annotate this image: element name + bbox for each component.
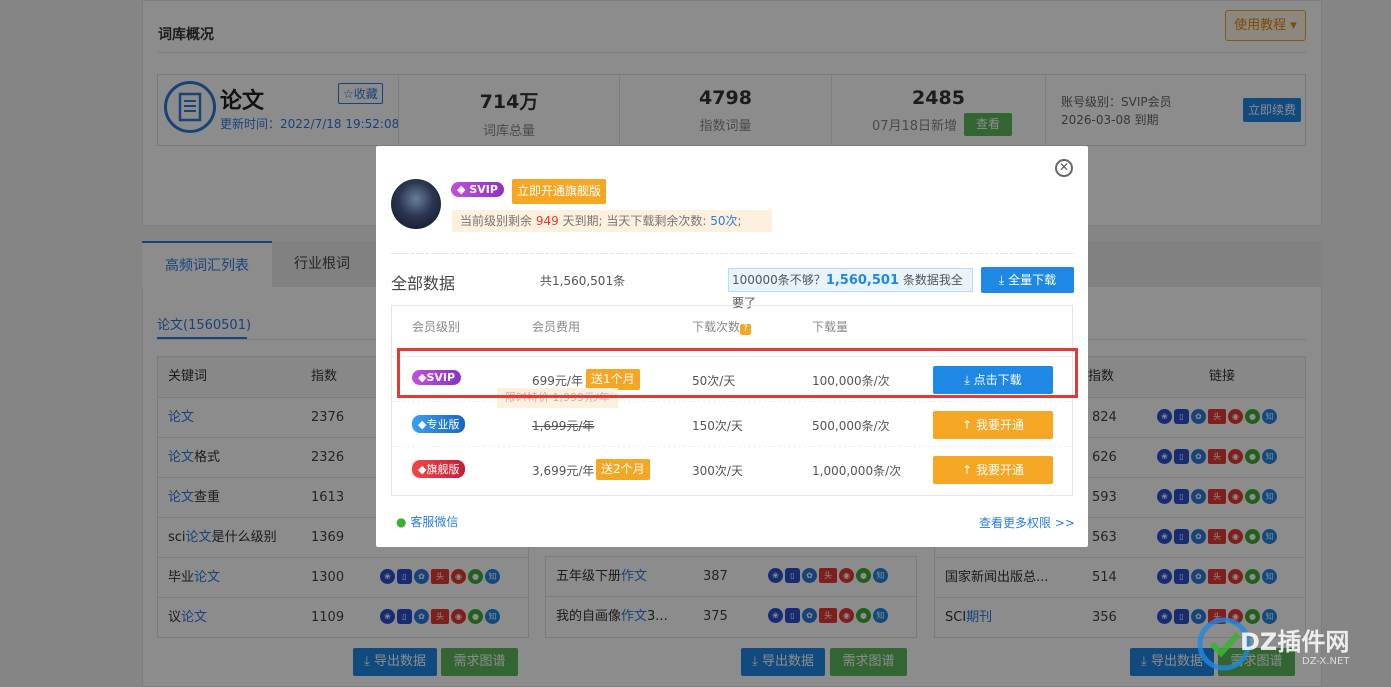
svip-tag: ◆ SVIP	[451, 182, 504, 197]
pro-tag: ◆专业版	[412, 415, 466, 433]
service-wechat-link[interactable]: ● 客服微信	[396, 513, 458, 530]
more-rights-link[interactable]: 查看更多权限 >>	[979, 514, 1075, 531]
download-modal: ✕ ◆ SVIP 立即开通旗舰版 当前级别剩余 949 天到期; 当天下载剩余次…	[376, 146, 1088, 547]
plan-row-pro: ◆专业版 1,699元/年 150次/天 500,000条/次 ↑ 我要开通	[392, 401, 1072, 446]
remaining-times: 50次	[710, 214, 738, 228]
open-pro-button[interactable]: ↑ 我要开通	[933, 411, 1053, 439]
watermark: DZ插件网 DZ-X.NET	[1182, 602, 1391, 687]
flagship-tag: ◆旗舰版	[412, 460, 466, 478]
all-data-title: 全部数据	[391, 274, 456, 293]
highlight-frame	[397, 348, 1078, 398]
full-count: 1,560,501	[825, 273, 900, 288]
col-fee: 会员费用	[532, 320, 581, 334]
full-download-button[interactable]: ⤓ 全量下载	[981, 267, 1074, 293]
plan-amount: 500,000条/次	[812, 419, 890, 433]
remaining-days: 949	[535, 214, 559, 228]
col-times: 下载次数?	[692, 318, 752, 335]
avatar	[391, 179, 441, 229]
plan-price: 1,699元/年	[532, 419, 595, 433]
download-icon: ⤓	[998, 273, 1005, 287]
col-amount: 下载量	[812, 320, 849, 334]
not-enough-box: 100000条不够？1,560,501 条数据我全要了	[728, 268, 973, 310]
plan-row-flagship: ◆旗舰版 3,699元/年 送2个月 300次/天 1,000,000条/次 ↑…	[392, 446, 1072, 491]
arrow-up-icon: ↑	[962, 418, 973, 432]
remaining-info: 当前级别剩余 949 天到期; 当天下载剩余次数: 50次;	[452, 210, 772, 232]
watermark-brand: DZ插件网	[1240, 628, 1350, 656]
close-icon[interactable]: ✕	[1055, 159, 1073, 177]
promo-badge: 送2个月	[596, 459, 650, 480]
col-level: 会员级别	[412, 320, 461, 334]
total-count: 共1,560,501条	[540, 274, 626, 288]
help-icon[interactable]: ?	[740, 324, 752, 335]
plan-price: 3,699元/年	[532, 464, 595, 478]
svip-badge: ◆ SVIP	[451, 182, 504, 197]
arrow-up-icon: ↑	[962, 463, 973, 477]
dash-divider	[391, 253, 1073, 254]
plan-amount: 1,000,000条/次	[812, 464, 902, 478]
plan-times: 300次/天	[692, 464, 743, 478]
open-flagship-button[interactable]: 立即开通旗舰版	[512, 179, 607, 204]
diamond-icon: ◆	[457, 183, 466, 196]
plan-times: 150次/天	[692, 419, 743, 433]
watermark-url: DZ-X.NET	[1302, 656, 1350, 667]
wechat-icon: ●	[396, 515, 407, 529]
plans-header: 会员级别 会员费用 下载次数? 下载量	[392, 318, 1072, 348]
open-flagship-row-button[interactable]: ↑ 我要开通	[933, 456, 1053, 484]
plans-table: 会员级别 会员费用 下载次数? 下载量 ◆SVIP 699元/年 送1个月 50…	[391, 305, 1073, 496]
